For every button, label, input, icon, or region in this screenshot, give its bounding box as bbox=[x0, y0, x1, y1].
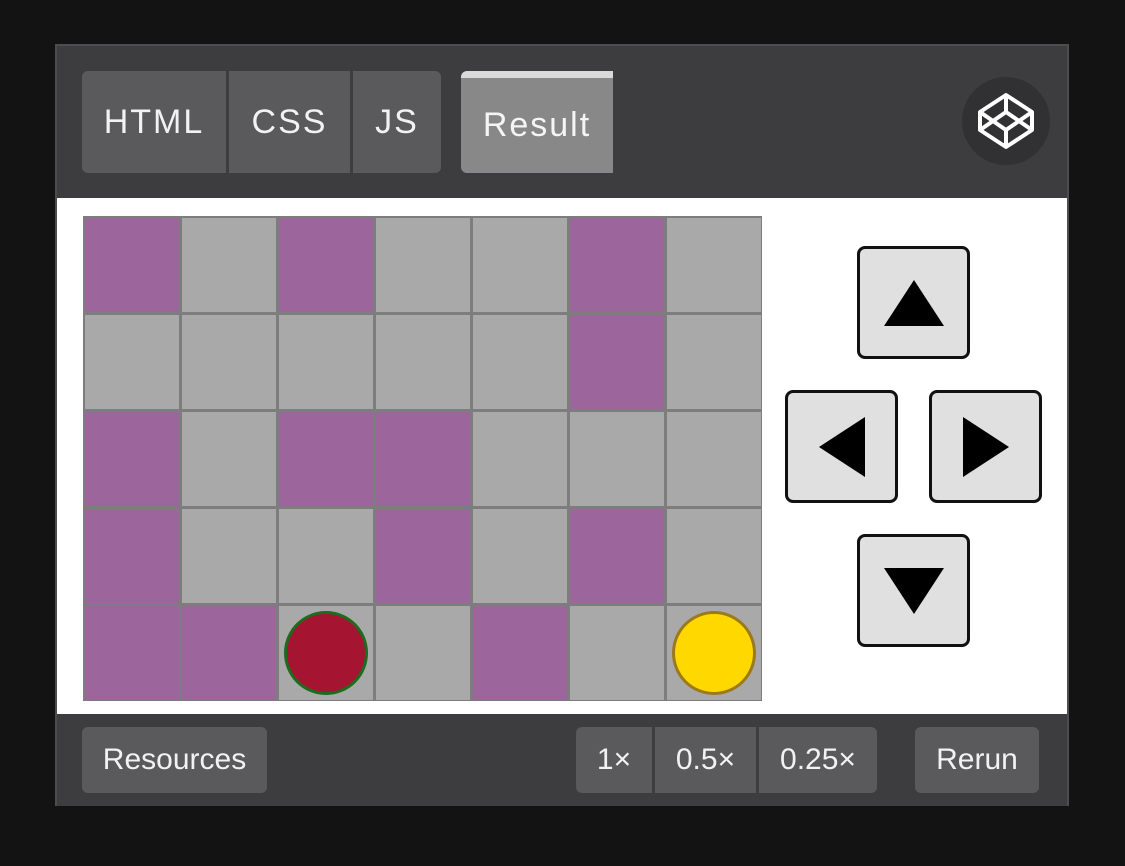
maze-cell-floor bbox=[376, 315, 470, 409]
maze-cell-wall bbox=[570, 509, 664, 603]
embed-header: HTML CSS JS Result bbox=[57, 46, 1067, 198]
maze-cell-floor bbox=[667, 315, 761, 409]
maze-cell-wall bbox=[85, 606, 179, 700]
move-up-button[interactable] bbox=[857, 246, 970, 359]
resources-button[interactable]: Resources bbox=[82, 727, 267, 793]
maze-cell-floor bbox=[182, 509, 276, 603]
maze-cell-floor bbox=[570, 606, 664, 700]
maze-cell-wall bbox=[570, 315, 664, 409]
speed-0.5x-button[interactable]: 0.5× bbox=[655, 727, 756, 793]
arrow-left-icon bbox=[818, 416, 865, 477]
maze-cell-wall bbox=[473, 606, 567, 700]
maze-cell-floor bbox=[570, 412, 664, 506]
maze-cell-wall bbox=[279, 412, 373, 506]
codepen-logo-icon-graphic bbox=[978, 93, 1034, 149]
maze-cell-wall bbox=[279, 218, 373, 312]
speed-1x-button[interactable]: 1× bbox=[576, 727, 652, 793]
maze-cell-floor bbox=[279, 315, 373, 409]
maze-cell-wall bbox=[376, 412, 470, 506]
maze-cell-floor bbox=[376, 218, 470, 312]
result-pane bbox=[57, 198, 1067, 714]
maze-cell-floor bbox=[473, 509, 567, 603]
maze-cell-floor bbox=[279, 509, 373, 603]
maze-cell-floor bbox=[182, 218, 276, 312]
maze-grid bbox=[83, 216, 762, 701]
move-left-button[interactable] bbox=[785, 390, 898, 503]
codepen-embed: HTML CSS JS Result Resources 1× 0.5× 0.2… bbox=[55, 44, 1069, 806]
embed-footer: Resources 1× 0.5× 0.25× Rerun bbox=[57, 714, 1067, 806]
tab-html[interactable]: HTML bbox=[82, 71, 226, 173]
speed-controls: 1× 0.5× 0.25× bbox=[576, 727, 877, 793]
player-token bbox=[284, 611, 368, 695]
maze-cell-floor bbox=[473, 218, 567, 312]
maze-cell-wall bbox=[85, 218, 179, 312]
arrow-down-icon bbox=[883, 567, 944, 614]
maze-cell-wall bbox=[85, 509, 179, 603]
maze-cell-floor bbox=[182, 315, 276, 409]
maze-cell-floor bbox=[473, 412, 567, 506]
maze-cell-floor bbox=[667, 412, 761, 506]
maze-cell-wall bbox=[570, 218, 664, 312]
maze-cell-floor bbox=[667, 218, 761, 312]
maze-cell-floor bbox=[473, 315, 567, 409]
tab-js[interactable]: JS bbox=[353, 71, 441, 173]
maze-cell-wall bbox=[376, 509, 470, 603]
rerun-button[interactable]: Rerun bbox=[915, 727, 1039, 793]
maze-cell-floor bbox=[85, 315, 179, 409]
goal-token bbox=[672, 611, 756, 695]
tab-css[interactable]: CSS bbox=[229, 71, 350, 173]
arrow-right-icon bbox=[962, 416, 1009, 477]
maze-cell-floor bbox=[667, 606, 761, 700]
tab-result[interactable]: Result bbox=[461, 71, 613, 173]
move-right-button[interactable] bbox=[929, 390, 1042, 503]
move-down-button[interactable] bbox=[857, 534, 970, 647]
speed-0.25x-button[interactable]: 0.25× bbox=[759, 727, 877, 793]
maze-cell-floor bbox=[279, 606, 373, 700]
arrow-up-icon bbox=[883, 279, 944, 326]
maze-cell-floor bbox=[667, 509, 761, 603]
maze-cell-floor bbox=[376, 606, 470, 700]
maze-cell-wall bbox=[182, 606, 276, 700]
codepen-logo-icon[interactable] bbox=[962, 77, 1050, 165]
maze-cell-wall bbox=[85, 412, 179, 506]
code-tabs: HTML CSS JS bbox=[82, 71, 441, 173]
maze-cell-floor bbox=[182, 412, 276, 506]
